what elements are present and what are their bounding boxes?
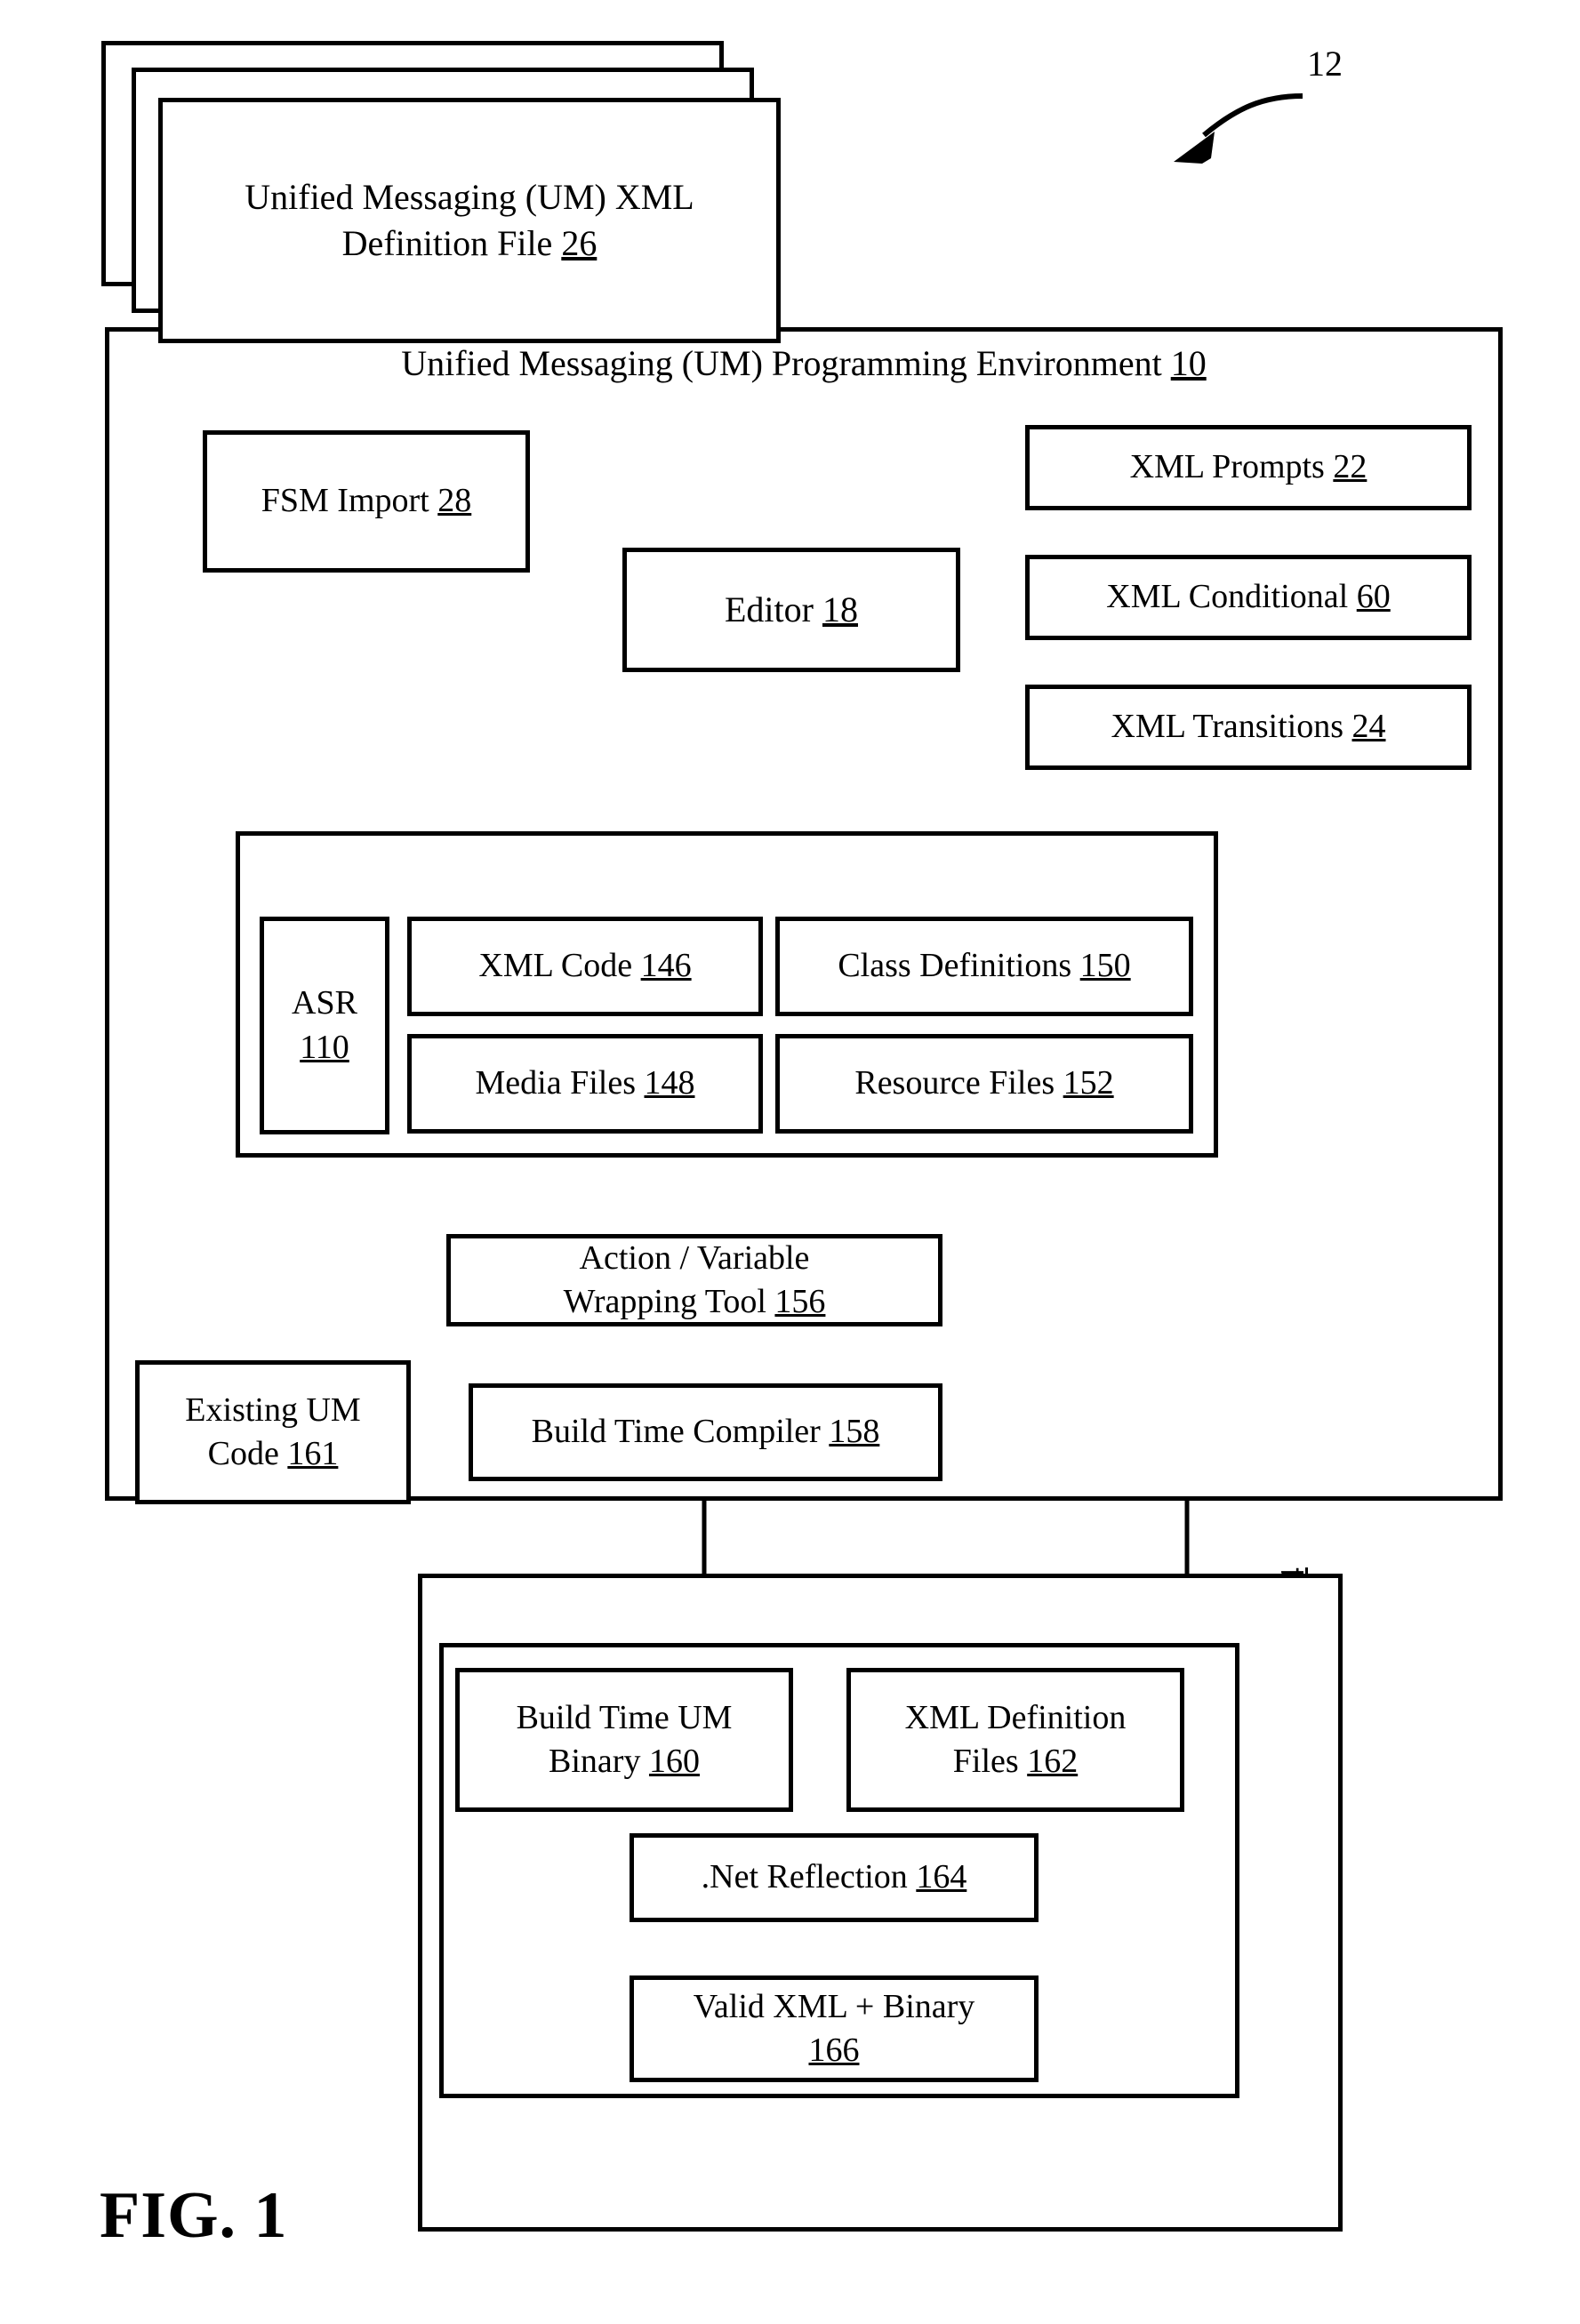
build-time-um-binary-label: Build Time UM Binary 160 — [516, 1698, 733, 1780]
xml-prompts-label: XML Prompts 22 — [1129, 448, 1367, 486]
xml-transitions-box[interactable]: XML Transitions 24 — [1025, 685, 1472, 770]
wrapping-tool-label: Action / Variable Wrapping Tool 156 — [563, 1238, 826, 1320]
xml-transitions-label: XML Transitions 24 — [1111, 708, 1386, 746]
build-time-um-binary-box[interactable]: Build Time UM Binary 160 — [455, 1668, 793, 1812]
xml-definition-files-box[interactable]: XML Definition Files 162 — [846, 1668, 1184, 1812]
xml-code-label: XML Code 146 — [478, 947, 692, 985]
valid-xml-binary-box[interactable]: Valid XML + Binary 166 — [630, 1975, 1039, 2082]
resource-files-label: Resource Files 152 — [854, 1064, 1114, 1102]
definition-file-label: Unified Messaging (UM) XML Definition Fi… — [245, 177, 694, 263]
valid-xml-binary-label: Valid XML + Binary 166 — [693, 1987, 975, 2069]
patent-figure-page: 12 Unified Messaging (UM) XML Definition… — [0, 0, 1580, 2324]
class-definitions-label: Class Definitions 150 — [838, 947, 1131, 985]
fsm-import-box[interactable]: FSM Import 28 — [203, 430, 530, 573]
media-files-label: Media Files 148 — [475, 1064, 695, 1102]
existing-um-code-label: Existing UM Code 161 — [185, 1390, 361, 1472]
fsm-import-label: FSM Import 28 — [261, 482, 472, 520]
xml-conditional-label: XML Conditional 60 — [1106, 578, 1391, 616]
net-reflection-box[interactable]: .Net Reflection 164 — [630, 1833, 1039, 1922]
editor-label: Editor 18 — [725, 589, 858, 629]
asr-box[interactable]: ASR 110 — [260, 917, 389, 1134]
asr-label: ASR 110 — [292, 984, 357, 1066]
net-reflection-label: .Net Reflection 164 — [701, 1858, 967, 1896]
class-definitions-box[interactable]: Class Definitions 150 — [775, 917, 1193, 1016]
existing-um-code-box[interactable]: Existing UM Code 161 — [135, 1360, 411, 1504]
xml-definition-files-label: XML Definition Files 162 — [904, 1698, 1127, 1780]
media-files-box[interactable]: Media Files 148 — [407, 1034, 763, 1134]
xml-code-box[interactable]: XML Code 146 — [407, 917, 763, 1016]
wrapping-tool-box[interactable]: Action / Variable Wrapping Tool 156 — [446, 1234, 942, 1326]
build-time-compiler-label: Build Time Compiler 158 — [531, 1413, 880, 1451]
figure-caption: FIG. 1 — [100, 2179, 288, 2252]
reference-label-12: 12 — [1307, 44, 1343, 84]
resource-files-box[interactable]: Resource Files 152 — [775, 1034, 1193, 1134]
xml-prompts-box[interactable]: XML Prompts 22 — [1025, 425, 1472, 510]
reference-arrow-12 — [1174, 93, 1303, 164]
programming-environment-label: Unified Messaging (UM) Programming Envir… — [401, 343, 1207, 383]
editor-box[interactable]: Editor 18 — [622, 548, 960, 672]
definition-file-box[interactable]: Unified Messaging (UM) XML Definition Fi… — [158, 98, 781, 343]
build-time-compiler-box[interactable]: Build Time Compiler 158 — [469, 1383, 942, 1481]
xml-conditional-box[interactable]: XML Conditional 60 — [1025, 555, 1472, 640]
